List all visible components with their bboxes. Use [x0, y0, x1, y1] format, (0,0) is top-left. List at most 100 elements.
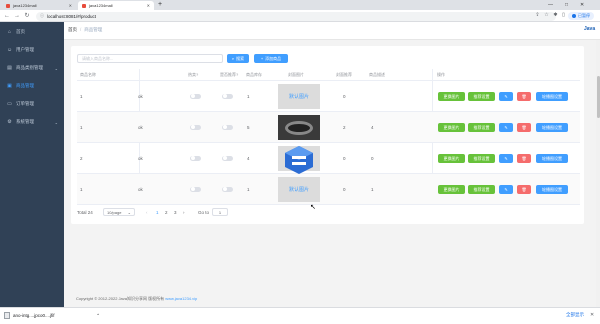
bookmark-star-icon[interactable]: ☆	[543, 12, 550, 19]
close-tab-icon[interactable]: ✕	[147, 3, 150, 8]
cell-cover-rec: 0	[343, 156, 346, 161]
delete-button[interactable]: 🗑	[517, 92, 531, 101]
breadcrumb-current: 商品管理	[84, 27, 103, 32]
cell-description: 0	[371, 156, 374, 161]
recommend-settings-button[interactable]: 推荐设置	[468, 123, 495, 132]
change-image-button[interactable]: 更换图片	[438, 92, 465, 101]
extensions-icon[interactable]: ✱	[552, 12, 559, 19]
edit-button[interactable]: ✎	[499, 154, 513, 163]
browser-tab-2[interactable]: java1234mall ✕	[78, 1, 154, 10]
hot-toggle[interactable]	[190, 155, 201, 161]
close-download-bar-icon[interactable]: ✕	[590, 312, 594, 318]
sidebar-panel-icon[interactable]: ▯	[560, 12, 567, 19]
swiper-settings-button[interactable]: 轮播图设置	[536, 123, 568, 132]
maximize-button[interactable]: □	[565, 2, 568, 8]
cell-cover-rec: 0	[343, 94, 346, 99]
edit-button[interactable]: ✎	[499, 123, 513, 132]
chevron-down-icon: ⌄	[54, 65, 58, 71]
page-3[interactable]: 3	[174, 210, 177, 215]
user-icon: ☺	[6, 47, 13, 53]
recommend-toggle[interactable]	[222, 155, 233, 161]
sidebar-item-label: 商品类别管理	[16, 65, 43, 70]
tab-favicon-icon	[6, 3, 10, 8]
breadcrumb-separator: /	[80, 27, 82, 32]
close-tab-icon[interactable]: ✕	[69, 3, 72, 8]
page-2[interactable]: 2	[165, 210, 168, 215]
page-size-value: 10/page	[107, 209, 122, 215]
chevron-down-icon: ⌄	[127, 209, 131, 215]
add-product-button[interactable]: + 添加商品	[254, 54, 288, 63]
recommend-settings-button[interactable]: 推荐设置	[468, 92, 495, 101]
page-size-select[interactable]: 10/page ⌄	[103, 208, 135, 216]
back-icon[interactable]: ←	[3, 12, 11, 20]
cover-image	[278, 115, 320, 140]
delete-button[interactable]: 🗑	[517, 154, 531, 163]
change-image-button[interactable]: 更换图片	[438, 154, 465, 163]
search-input[interactable]: 请输入商品名称...	[77, 54, 223, 63]
col-hot: 热卖?	[188, 72, 199, 77]
swiper-settings-button[interactable]: 轮播图设置	[536, 154, 568, 163]
cover-image: 默认图片	[278, 177, 320, 202]
edit-button[interactable]: ✎	[499, 92, 513, 101]
sidebar-item-goods[interactable]: ▣ 商品管理	[0, 77, 64, 95]
page-1[interactable]: 1	[156, 210, 159, 215]
footer-link[interactable]: www.java1234.vip	[165, 296, 197, 301]
sidebar-item-label: 商品管理	[16, 83, 34, 88]
delete-button[interactable]: 🗑	[517, 123, 531, 132]
file-icon	[4, 312, 10, 319]
next-page-icon[interactable]: ›	[183, 210, 185, 215]
default-image-label: 默认图片	[288, 94, 309, 100]
recommend-settings-button[interactable]: 推荐设置	[468, 154, 495, 163]
settings-icon: ⚙	[7, 119, 12, 125]
recommend-toggle[interactable]	[222, 124, 233, 130]
cell-price: ok	[138, 125, 143, 130]
share-icon[interactable]: ⇪	[534, 12, 541, 19]
download-item[interactable]: ano-intg....jpco0....jfif ⌃	[4, 310, 100, 321]
change-image-button[interactable]: 更换图片	[438, 123, 465, 132]
browser-tab-1[interactable]: java1234mall ✕	[2, 1, 76, 10]
new-tab-button[interactable]: +	[156, 1, 164, 9]
forward-icon[interactable]: →	[13, 12, 21, 20]
edit-button[interactable]: ✎	[499, 185, 513, 194]
profile-update-button[interactable]: 已暂停	[568, 12, 594, 20]
delete-button[interactable]: 🗑	[517, 185, 531, 194]
recommend-toggle[interactable]	[222, 186, 233, 192]
minimize-button[interactable]: —	[548, 2, 553, 8]
car-photo-icon	[285, 120, 313, 135]
cell-cover-rec: 2	[343, 125, 346, 130]
recommend-toggle[interactable]	[222, 93, 233, 99]
sidebar-item-order[interactable]: ▭ 订单管理	[0, 95, 64, 113]
cell-name: 1	[80, 187, 83, 192]
url-input[interactable]: ⓘ localhost:8081/#/product	[36, 11, 556, 21]
tab-favicon-icon	[82, 3, 86, 8]
sidebar-item-settings[interactable]: ⚙ 系统管理 ⌄	[0, 113, 64, 131]
col-name: 商品名称	[80, 72, 96, 77]
hot-toggle[interactable]	[190, 93, 201, 99]
info-icon: ⓘ	[40, 13, 44, 18]
reload-icon[interactable]: ↻	[23, 12, 31, 20]
recommend-settings-button[interactable]: 推荐设置	[468, 185, 495, 194]
chevron-up-icon[interactable]: ⌃	[96, 313, 100, 319]
add-product-label: 添加商品	[265, 55, 282, 61]
breadcrumb-home[interactable]: 首页	[68, 27, 77, 33]
cell-stock: 1	[247, 94, 250, 99]
window-controls: — □ ✕	[548, 0, 584, 10]
show-all-downloads-button[interactable]: 全部显示	[566, 312, 584, 318]
cell-price: ok	[138, 187, 143, 192]
sidebar-item-home[interactable]: ⌂ 首页	[0, 23, 64, 41]
sidebar-item-category[interactable]: ▤ 商品类别管理 ⌄	[0, 59, 64, 77]
hot-toggle[interactable]	[190, 124, 201, 130]
swiper-settings-button[interactable]: 轮播图设置	[536, 92, 568, 101]
sidebar-item-user[interactable]: ☺ 用户管理	[0, 41, 64, 59]
search-button[interactable]: ⌕ 搜索	[227, 54, 249, 63]
hot-toggle[interactable]	[190, 186, 201, 192]
change-image-button[interactable]: 更换图片	[438, 185, 465, 194]
search-icon: ⌕	[231, 56, 235, 61]
prev-page-icon[interactable]: ‹	[146, 210, 148, 215]
swiper-settings-button[interactable]: 轮播图设置	[536, 185, 568, 194]
cell-description: 4	[371, 125, 374, 130]
scrollbar-thumb[interactable]	[596, 76, 600, 118]
close-window-button[interactable]: ✕	[580, 2, 584, 8]
category-icon: ▤	[7, 65, 12, 71]
goto-page-input[interactable]: 1	[212, 208, 228, 216]
